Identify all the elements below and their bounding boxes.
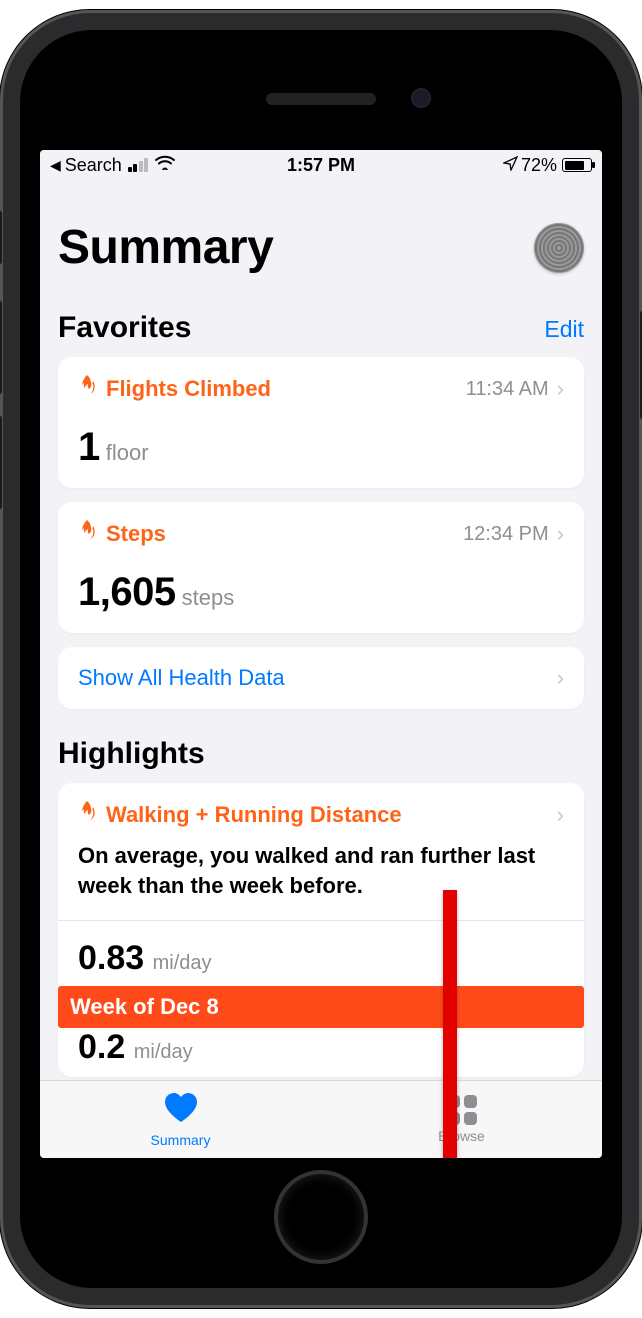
profile-avatar[interactable] [534,223,584,273]
highlights-header: Highlights [58,737,584,771]
favorite-title: Steps [106,521,463,547]
favorite-unit: floor [106,440,149,466]
main-content[interactable]: Summary Favorites Edit Flights Climbed 1… [40,180,602,1080]
status-bar-left: ◀ Search [50,155,231,176]
cellular-signal-icon [128,158,149,172]
volume-down-button [0,415,2,510]
week-bar: Week of Dec 8 [58,986,584,1028]
favorite-title: Flights Climbed [106,376,466,402]
flame-icon [78,801,96,829]
grid-icon [447,1095,477,1125]
location-icon [503,156,518,175]
flame-icon [78,520,96,548]
favorite-card-steps[interactable]: Steps 12:34 PM › 1,605 steps [58,502,584,633]
speaker-grille [266,93,376,105]
favorite-timestamp: 11:34 AM [466,378,549,401]
page-title: Summary [58,220,273,275]
divider [58,920,584,921]
show-all-label: Show All Health Data [78,665,557,691]
tab-bar: Summary Browse [40,1080,602,1158]
phone-frame: ◀ Search 1:57 PM 72% [0,10,642,1308]
wifi-icon [155,155,175,175]
highlight-unit-2: mi/day [134,1041,193,1063]
favorites-title: Favorites [58,311,191,345]
highlight-unit-1: mi/day [153,952,212,974]
highlight-title: Walking + Running Distance [106,802,557,828]
show-all-health-data[interactable]: Show All Health Data › [58,647,584,709]
heart-icon [163,1092,199,1129]
battery-icon [562,158,592,172]
chevron-right-icon: › [557,665,564,691]
screen: ◀ Search 1:57 PM 72% [40,150,602,1158]
phone-bezel: ◀ Search 1:57 PM 72% [20,30,622,1288]
home-button[interactable] [278,1174,364,1260]
favorite-card-flights[interactable]: Flights Climbed 11:34 AM › 1 floor [58,357,584,488]
edit-button[interactable]: Edit [544,316,584,343]
chevron-right-icon: › [557,376,564,402]
back-to-app-caret[interactable]: ◀ [50,157,61,174]
front-camera [411,88,431,108]
tab-browse-label: Browse [438,1128,485,1144]
favorite-value: 1,605 [78,570,176,615]
favorite-value: 1 [78,425,100,470]
chevron-right-icon: › [557,521,564,547]
chevron-right-icon: › [557,802,564,828]
favorite-unit: steps [182,585,235,611]
highlight-value-1: 0.83 [78,939,144,977]
tab-summary[interactable]: Summary [40,1081,321,1158]
flame-icon [78,375,96,403]
volume-up-button [0,300,2,395]
back-to-app-label[interactable]: Search [65,155,122,176]
favorite-timestamp: 12:34 PM [463,523,549,546]
highlight-value-2: 0.2 [78,1028,125,1066]
status-bar-time: 1:57 PM [231,155,412,176]
mute-switch [0,210,2,265]
tab-browse[interactable]: Browse [321,1081,602,1158]
favorites-header: Favorites Edit [58,311,584,345]
highlight-card-walking[interactable]: Walking + Running Distance › On average,… [58,783,584,1077]
status-bar-right: 72% [411,155,592,176]
page-header: Summary [58,220,584,275]
status-bar: ◀ Search 1:57 PM 72% [40,150,602,180]
highlights-title: Highlights [58,737,205,771]
battery-percentage: 72% [521,155,557,176]
highlight-description: On average, you walked and ran further l… [78,841,564,900]
tab-summary-label: Summary [151,1132,211,1148]
